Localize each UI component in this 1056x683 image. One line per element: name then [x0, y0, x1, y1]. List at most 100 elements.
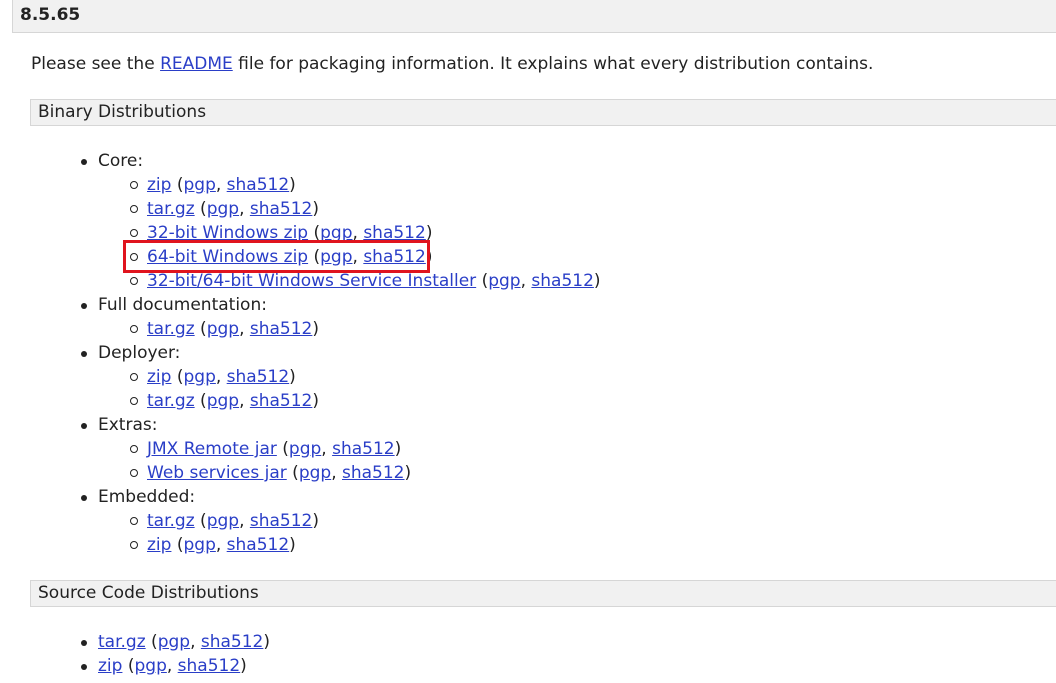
separator-comma: ,	[239, 199, 250, 219]
version-title: 8.5.65	[20, 5, 81, 25]
category-items-embedded: tar.gz (pgp, sha512) zip (pgp, sha512)	[130, 509, 601, 557]
paren-open: (	[276, 439, 289, 459]
distribution-item: JMX Remote jar (pgp, sha512)	[130, 437, 601, 461]
paren-open: (	[308, 223, 321, 243]
intro-text: Please see the README file for packaging…	[31, 54, 873, 74]
binary-distributions-list: Core: zip (pgp, sha512) tar.gz (pgp, sha51…	[81, 149, 601, 557]
sha512-link-core-32-bit-64-bit-windows-service-installer[interactable]: sha512	[531, 271, 594, 291]
category-label: Core:	[98, 151, 144, 171]
paren-open: (	[286, 463, 299, 483]
download-link-source-tar-gz[interactable]: tar.gz	[98, 632, 146, 652]
distribution-item: 32-bit/64-bit Windows Service Installer …	[130, 269, 601, 293]
readme-link[interactable]: README	[160, 54, 233, 74]
sha512-link-deployer-tar-gz[interactable]: sha512	[250, 391, 313, 411]
sha512-link-source-zip[interactable]: sha512	[178, 656, 241, 676]
pgp-link-core-32-bit-windows-zip[interactable]: pgp	[320, 223, 352, 243]
binary-distributions-title: Binary Distributions	[38, 102, 207, 122]
sha512-link-deployer-zip[interactable]: sha512	[227, 367, 290, 387]
sha512-link-source-tar-gz[interactable]: sha512	[201, 632, 264, 652]
separator-comma: ,	[166, 656, 178, 676]
download-link-full-documentation-tar-gz[interactable]: tar.gz	[147, 319, 195, 339]
download-link-extras-jmx-remote-jar[interactable]: JMX Remote jar	[147, 439, 277, 459]
paren-open: (	[194, 199, 207, 219]
pgp-link-extras-web-services-jar[interactable]: pgp	[299, 463, 331, 483]
sha512-link-extras-web-services-jar[interactable]: sha512	[342, 463, 405, 483]
sha512-link-full-documentation-tar-gz[interactable]: sha512	[250, 319, 313, 339]
distribution-item: 64-bit Windows zip (pgp, sha512)	[130, 245, 601, 269]
distribution-item: zip (pgp, sha512)	[130, 173, 601, 197]
pgp-link-embedded-tar-gz[interactable]: pgp	[207, 511, 239, 531]
download-link-extras-web-services-jar[interactable]: Web services jar	[147, 463, 287, 483]
sha512-link-core-zip[interactable]: sha512	[227, 175, 290, 195]
separator-comma: ,	[520, 271, 532, 291]
download-link-core-tar-gz[interactable]: tar.gz	[147, 199, 195, 219]
pgp-link-source-zip[interactable]: pgp	[134, 656, 166, 676]
download-link-core-64-bit-windows-zip[interactable]: 64-bit Windows zip	[147, 247, 308, 267]
category-label: Extras:	[98, 415, 158, 435]
pgp-link-embedded-zip[interactable]: pgp	[183, 535, 215, 555]
pgp-link-full-documentation-tar-gz[interactable]: pgp	[207, 319, 239, 339]
separator-comma: ,	[321, 439, 333, 459]
source-distributions-title: Source Code Distributions	[38, 583, 259, 603]
separator-comma: ,	[331, 463, 342, 483]
intro-before: Please see the	[31, 54, 161, 74]
paren-open: (	[476, 271, 489, 291]
paren-open: (	[171, 175, 184, 195]
paren-open: (	[145, 632, 158, 652]
sha512-link-embedded-tar-gz[interactable]: sha512	[250, 511, 313, 531]
distribution-item: zip (pgp, sha512)	[130, 365, 601, 389]
separator-comma: ,	[239, 511, 250, 531]
pgp-link-deployer-tar-gz[interactable]: pgp	[207, 391, 239, 411]
paren-close: )	[425, 223, 433, 243]
sha512-link-core-tar-gz[interactable]: sha512	[250, 199, 313, 219]
pgp-link-core-zip[interactable]: pgp	[183, 175, 215, 195]
pgp-link-extras-jmx-remote-jar[interactable]: pgp	[289, 439, 321, 459]
pgp-link-core-64-bit-windows-zip[interactable]: pgp	[320, 247, 352, 267]
sha512-link-extras-jmx-remote-jar[interactable]: sha512	[332, 439, 395, 459]
category-items-extras: JMX Remote jar (pgp, sha512) Web services…	[130, 437, 601, 485]
paren-close: )	[312, 199, 320, 219]
distribution-item: 32-bit Windows zip (pgp, sha512)	[130, 221, 601, 245]
pgp-link-core-32-bit-64-bit-windows-service-installer[interactable]: pgp	[488, 271, 520, 291]
download-link-embedded-zip[interactable]: zip	[147, 535, 171, 555]
paren-close: )	[312, 391, 320, 411]
pgp-link-core-tar-gz[interactable]: pgp	[207, 199, 239, 219]
separator-comma: ,	[352, 247, 364, 267]
download-link-core-32-bit-windows-zip[interactable]: 32-bit Windows zip	[147, 223, 308, 243]
category-core: Core: zip (pgp, sha512) tar.gz (pgp, sha51…	[81, 149, 601, 293]
sha512-link-embedded-zip[interactable]: sha512	[227, 535, 290, 555]
separator-comma: ,	[215, 175, 227, 195]
sha512-link-core-32-bit-windows-zip[interactable]: sha512	[363, 223, 426, 243]
paren-close: )	[312, 511, 320, 531]
download-link-source-zip[interactable]: zip	[98, 656, 122, 676]
download-link-core-32-bit-64-bit-windows-service-installer[interactable]: 32-bit/64-bit Windows Service Installer	[147, 271, 476, 291]
separator-comma: ,	[239, 319, 250, 339]
pgp-link-deployer-zip[interactable]: pgp	[183, 367, 215, 387]
paren-close: )	[289, 175, 296, 195]
paren-open: (	[171, 367, 184, 387]
download-link-embedded-tar-gz[interactable]: tar.gz	[147, 511, 195, 531]
category-label: Deployer:	[98, 343, 181, 363]
source-item: zip (pgp, sha512)	[80, 654, 270, 678]
separator-comma: ,	[215, 367, 227, 387]
category-items-deployer: zip (pgp, sha512) tar.gz (pgp, sha512)	[130, 365, 601, 413]
download-link-deployer-zip[interactable]: zip	[147, 367, 171, 387]
distribution-item: tar.gz (pgp, sha512)	[130, 317, 601, 341]
paren-open: (	[171, 535, 184, 555]
paren-open: (	[194, 511, 207, 531]
download-link-core-zip[interactable]: zip	[147, 175, 171, 195]
paren-close: )	[425, 247, 433, 267]
sha512-link-core-64-bit-windows-zip[interactable]: sha512	[363, 247, 426, 267]
category-label: Embedded:	[98, 487, 196, 507]
binary-distributions-header: Binary Distributions	[30, 99, 1056, 126]
distribution-item: Web services jar (pgp, sha512)	[130, 461, 601, 485]
version-header: 8.5.65	[12, 0, 1056, 33]
category-extras: Extras: JMX Remote jar (pgp, sha512) Web s…	[81, 413, 601, 485]
separator-comma: ,	[215, 535, 227, 555]
pgp-link-source-tar-gz[interactable]: pgp	[158, 632, 190, 652]
paren-close: )	[593, 271, 601, 291]
separator-comma: ,	[352, 223, 364, 243]
download-link-deployer-tar-gz[interactable]: tar.gz	[147, 391, 195, 411]
category-items-full-documentation: tar.gz (pgp, sha512)	[130, 317, 601, 341]
category-items-core: zip (pgp, sha512) tar.gz (pgp, sha512) 32-…	[130, 173, 601, 293]
